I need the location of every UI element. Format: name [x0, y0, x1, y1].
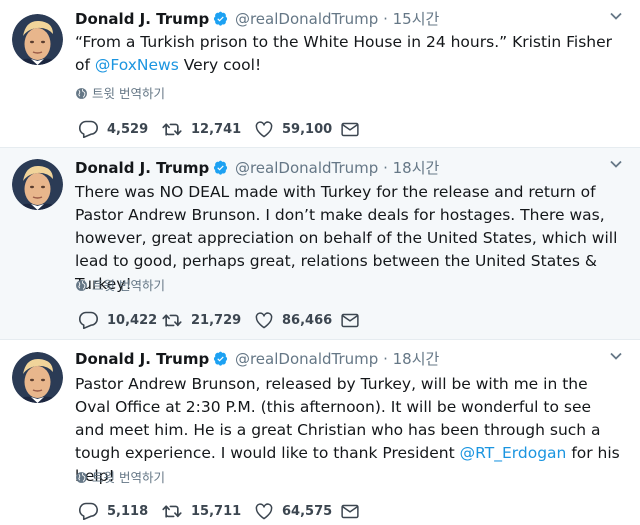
retweet-button[interactable]: 21,729	[162, 310, 241, 330]
like-icon	[255, 120, 273, 137]
verified-badge-icon	[214, 160, 228, 175]
mention-link[interactable]: @FoxNews	[95, 56, 179, 74]
caret-down-icon[interactable]	[610, 12, 622, 20]
avatar[interactable]	[12, 159, 63, 210]
separator-dot: ·	[383, 10, 388, 28]
tweet-text: “From a Turkish prison to the White Hous…	[75, 31, 625, 77]
tweet[interactable]: Donald J. Trump @realDonaldTrump · 15시간 …	[0, 0, 640, 148]
reply-button[interactable]: 5,118	[79, 501, 148, 521]
like-button[interactable]: 59,100	[255, 119, 332, 139]
tweet-header: Donald J. Trump @realDonaldTrump · 18시간	[75, 157, 439, 179]
like-count: 86,466	[282, 312, 333, 328]
translate-tweet-link[interactable]: 트윗 번역하기	[75, 83, 165, 102]
like-count: 64,575	[282, 503, 333, 519]
timestamp[interactable]: 15시간	[393, 10, 440, 28]
caret-down-icon[interactable]	[610, 352, 622, 360]
translate-label: 트윗 번역하기	[92, 470, 165, 485]
direct-message-button[interactable]	[341, 119, 368, 139]
like-button[interactable]: 86,466	[255, 310, 332, 330]
tweet-actions: 4,529 12,741 59,100	[75, 119, 375, 139]
tweet-header: Donald J. Trump @realDonaldTrump · 15시간	[75, 8, 439, 30]
avatar[interactable]	[12, 352, 63, 403]
retweet-icon	[162, 314, 182, 327]
tweet-header: Donald J. Trump @realDonaldTrump · 18시간	[75, 348, 439, 370]
tweet-text-segment: Very cool!	[178, 56, 262, 74]
reply-count: 4,529	[107, 121, 149, 137]
tweet-actions: 5,118 15,711 64,575	[75, 501, 375, 521]
globe-icon	[76, 280, 87, 291]
tweet[interactable]: Donald J. Trump @realDonaldTrump · 18시간 …	[0, 340, 640, 525]
reply-count: 10,422	[107, 312, 158, 328]
direct-message-icon	[341, 504, 359, 518]
display-name[interactable]: Donald J. Trump	[75, 159, 209, 177]
translate-tweet-link[interactable]: 트윗 번역하기	[75, 275, 165, 294]
retweet-icon	[162, 123, 182, 136]
direct-message-button[interactable]	[341, 310, 368, 330]
separator-dot: ·	[383, 350, 388, 368]
retweet-count: 12,741	[191, 121, 242, 137]
reply-icon	[79, 120, 98, 138]
user-handle[interactable]: @realDonaldTrump	[235, 350, 378, 368]
display-name[interactable]: Donald J. Trump	[75, 10, 209, 28]
reply-icon	[79, 311, 98, 329]
reply-button[interactable]: 4,529	[79, 119, 148, 139]
verified-badge-icon	[214, 351, 228, 366]
tweet-actions: 10,422 21,729 86,466	[75, 310, 375, 330]
caret-down-icon[interactable]	[610, 160, 622, 168]
like-count: 59,100	[282, 121, 333, 137]
timestamp[interactable]: 18시간	[393, 350, 440, 368]
reply-icon	[79, 502, 98, 520]
translate-label: 트윗 번역하기	[92, 278, 165, 293]
retweet-icon	[162, 505, 182, 518]
direct-message-button[interactable]	[341, 501, 368, 521]
retweet-count: 21,729	[191, 312, 242, 328]
direct-message-icon	[341, 122, 359, 136]
user-handle[interactable]: @realDonaldTrump	[235, 10, 378, 28]
separator-dot: ·	[383, 159, 388, 177]
mention-link[interactable]: @RT_Erdogan	[460, 444, 567, 462]
like-button[interactable]: 64,575	[255, 501, 332, 521]
tweet[interactable]: Donald J. Trump @realDonaldTrump · 18시간 …	[0, 148, 640, 340]
globe-icon	[76, 472, 87, 483]
translate-tweet-link[interactable]: 트윗 번역하기	[75, 467, 165, 486]
retweet-button[interactable]: 15,711	[162, 501, 241, 521]
reply-button[interactable]: 10,422	[79, 310, 157, 330]
like-icon	[255, 311, 273, 328]
direct-message-icon	[341, 313, 359, 327]
retweet-count: 15,711	[191, 503, 242, 519]
user-handle[interactable]: @realDonaldTrump	[235, 159, 378, 177]
translate-label: 트윗 번역하기	[92, 86, 165, 101]
timestamp[interactable]: 18시간	[393, 159, 440, 177]
avatar[interactable]	[12, 14, 63, 65]
like-icon	[255, 502, 273, 519]
display-name[interactable]: Donald J. Trump	[75, 350, 209, 368]
retweet-button[interactable]: 12,741	[162, 119, 241, 139]
globe-icon	[76, 88, 87, 99]
reply-count: 5,118	[107, 503, 149, 519]
verified-badge-icon	[214, 11, 228, 26]
